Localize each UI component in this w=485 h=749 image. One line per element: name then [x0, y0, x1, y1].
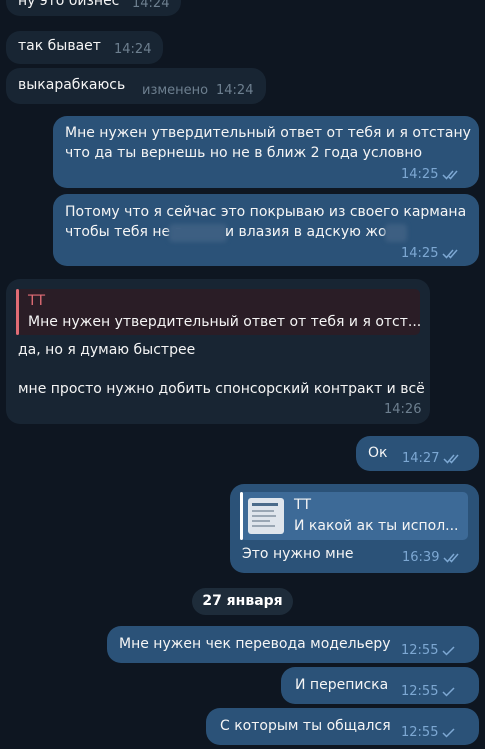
message-outgoing[interactable]: С которым ты общался 12:55 — [206, 708, 479, 745]
censored-blur — [169, 224, 227, 242]
message-edited-label: изменено — [142, 83, 209, 98]
message-text: Это нужно мне — [242, 546, 354, 562]
message-time-value: 16:39 — [402, 550, 440, 565]
single-check-icon — [442, 686, 456, 697]
message-time: 14:24 — [132, 0, 170, 11]
message-text-line: и влазия в адскую жо — [225, 224, 387, 240]
double-check-icon — [443, 453, 463, 464]
message-outgoing[interactable]: Мне нужен чек перевода модельеру 12:55 — [107, 626, 479, 663]
message-time: 12:55 — [401, 643, 456, 659]
date-separator: 27 января — [192, 588, 293, 615]
message-time: 14:24 — [216, 83, 254, 98]
message-time: 14:25 — [401, 167, 462, 183]
message-time: 14:24 — [114, 42, 152, 57]
censored-blur — [385, 224, 407, 242]
reply-accent-bar — [16, 289, 19, 335]
message-time-value: 14:27 — [402, 451, 440, 466]
message-outgoing[interactable]: ТТ И какой ак ты испол... Это нужно мне … — [230, 484, 479, 573]
message-text: И переписка — [295, 677, 389, 693]
message-text-line: мне просто нужно добить спонсорский конт… — [18, 381, 425, 397]
single-check-icon — [442, 727, 456, 738]
message-incoming[interactable]: так бывает 14:24 — [6, 31, 163, 64]
reply-author: ТТ — [28, 293, 46, 309]
message-text: так бывает — [18, 38, 101, 54]
message-text-line: что да ты вернешь но не в ближ 2 года ус… — [65, 145, 423, 161]
message-time-value: 14:25 — [401, 167, 439, 182]
message-incoming[interactable]: ну это бизнес 14:24 — [6, 0, 181, 16]
message-outgoing[interactable]: Мне нужен утвердительный ответ от тебя и… — [53, 116, 479, 188]
message-time-value: 12:55 — [401, 684, 439, 699]
message-text: выкарабкаюсь — [18, 77, 126, 93]
message-text-line: Мне нужен утвердительный ответ от тебя и… — [65, 125, 471, 141]
reply-text: И какой ак ты испол... — [294, 518, 459, 534]
double-check-icon — [442, 169, 462, 180]
message-text: Мне нужен чек перевода модельеру — [119, 636, 391, 652]
image-thumbnail-icon — [248, 498, 284, 534]
message-text: ну это бизнес — [18, 0, 120, 9]
message-text: Ок — [368, 445, 388, 461]
message-incoming[interactable]: выкарабкаюсь изменено 14:24 — [6, 68, 266, 104]
reply-accent-bar — [240, 492, 243, 540]
message-text-line: Потому что я сейчас это покрываю из свое… — [65, 204, 467, 220]
message-text-line: чтобы тебя не в — [65, 224, 183, 240]
reply-author: ТТ — [294, 497, 312, 513]
reply-quote[interactable]: ТТ И какой ак ты испол... — [240, 492, 468, 540]
message-time: 14:26 — [384, 402, 422, 417]
message-time: 16:39 — [402, 550, 463, 566]
single-check-icon — [442, 645, 456, 656]
reply-quote[interactable]: ТТ Мне нужен утвердительный ответ от теб… — [16, 289, 422, 335]
message-time-value: 12:55 — [401, 725, 439, 740]
message-incoming[interactable]: ТТ Мне нужен утвердительный ответ от теб… — [6, 279, 430, 424]
double-check-icon — [442, 248, 462, 259]
reply-text: Мне нужен утвердительный ответ от тебя и… — [28, 314, 422, 330]
message-outgoing[interactable]: И переписка 12:55 — [281, 667, 479, 704]
message-time-value: 12:55 — [401, 643, 439, 658]
message-text: С которым ты общался — [220, 718, 391, 734]
double-check-icon — [443, 552, 463, 563]
message-outgoing[interactable]: Ок 14:27 — [356, 436, 479, 471]
message-time: 14:25 — [401, 246, 462, 262]
message-time: 12:55 — [401, 725, 456, 741]
message-time: 14:27 — [402, 451, 463, 467]
message-time: 12:55 — [401, 684, 456, 700]
message-time-value: 14:25 — [401, 246, 439, 261]
message-text-line: да, но я думаю быстрее — [18, 342, 196, 358]
message-outgoing[interactable]: Потому что я сейчас это покрываю из свое… — [53, 194, 479, 266]
